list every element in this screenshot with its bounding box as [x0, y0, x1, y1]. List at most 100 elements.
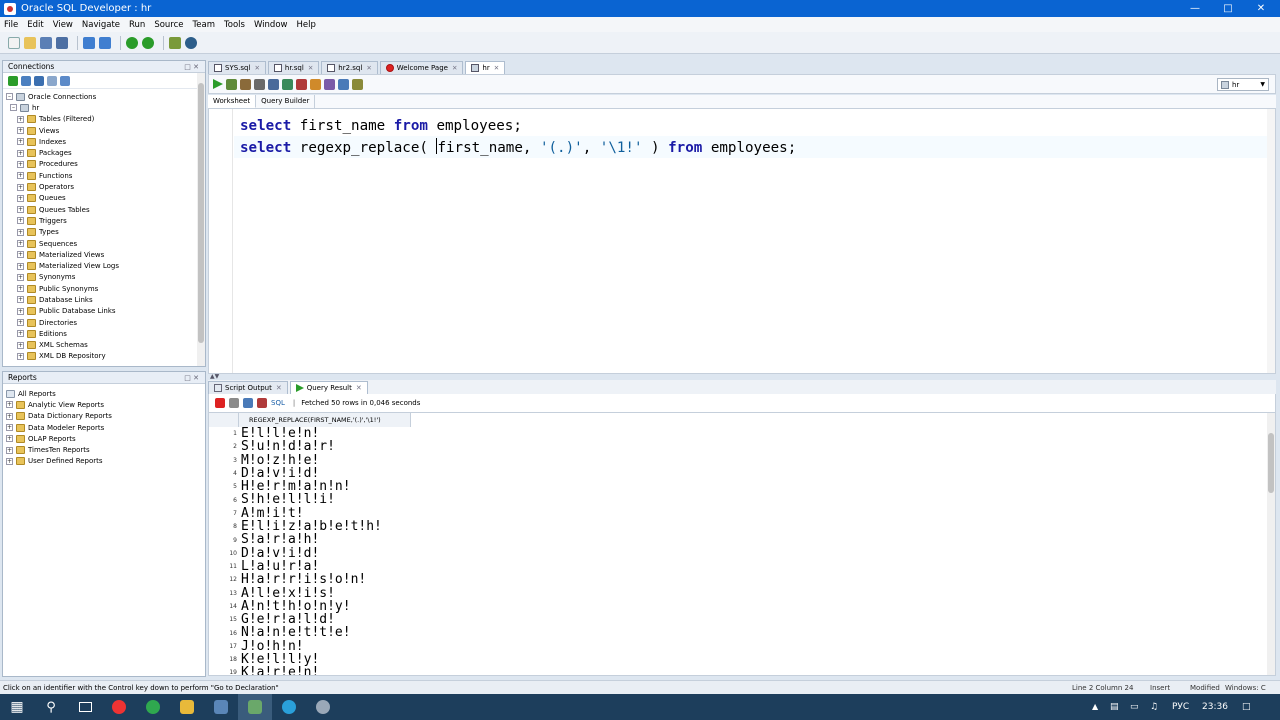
table-row[interactable]: 2 S!u!n!d!a!r!	[209, 440, 411, 453]
run-script-icon[interactable]	[226, 78, 237, 90]
expand-icon[interactable]: +	[17, 262, 24, 270]
expand-icon[interactable]: +	[17, 138, 24, 146]
expand-icon[interactable]: +	[17, 273, 24, 281]
cell-value[interactable]: H!a!r!r!i!s!o!n!	[239, 573, 411, 586]
table-row[interactable]: 11 L!a!u!r!a!	[209, 560, 411, 573]
tree-item[interactable]: + Functions	[6, 170, 205, 181]
taskbar-app[interactable]	[204, 694, 238, 720]
open-folder-icon[interactable]	[24, 36, 36, 49]
table-row[interactable]: 13 A!l!e!x!i!s!	[209, 587, 411, 600]
connection-select[interactable]: hr ▼	[1217, 78, 1269, 91]
cell-value[interactable]: J!o!h!n!	[239, 640, 411, 653]
close-tab-icon[interactable]: ✕	[366, 64, 371, 72]
save-all-icon[interactable]	[56, 36, 68, 49]
close-button[interactable]: ✕	[1246, 0, 1276, 17]
pin-icon[interactable]	[215, 398, 225, 408]
expand-icon[interactable]: +	[17, 172, 24, 180]
tab-sys-sql[interactable]: SYS.sql ✕	[208, 61, 266, 74]
table-row[interactable]: 3 M!o!z!h!e!	[209, 454, 411, 467]
table-row[interactable]: 5 H!e!r!m!a!n!n!	[209, 480, 411, 493]
tab-hr-worksheet[interactable]: hr ✕	[465, 61, 506, 74]
migration-icon[interactable]	[169, 36, 181, 49]
tab-script-output[interactable]: Script Output ✕	[208, 381, 288, 394]
expand-icon[interactable]: +	[17, 127, 24, 135]
taskbar-telegram[interactable]	[272, 694, 306, 720]
menu-run[interactable]: Run	[129, 20, 145, 30]
battery-icon[interactable]: ▭	[1130, 694, 1139, 720]
expand-icon[interactable]: +	[17, 228, 24, 236]
tree-item[interactable]: + Materialized View Logs	[6, 260, 205, 271]
cell-value[interactable]: A!m!i!t!	[239, 507, 411, 520]
menu-navigate[interactable]: Navigate	[82, 20, 120, 30]
tree-item[interactable]: + Packages	[6, 147, 205, 158]
cell-value[interactable]: S!h!e!l!l!i!	[239, 493, 411, 506]
close-tab-icon[interactable]: ✕	[276, 384, 282, 392]
menu-file[interactable]: File	[4, 20, 18, 30]
expand-icon[interactable]: +	[17, 217, 24, 225]
eraser-icon[interactable]	[310, 78, 321, 90]
expand-icon[interactable]: +	[6, 457, 13, 465]
expand-icon[interactable]: +	[17, 307, 24, 315]
tree-item[interactable]: + Indexes	[6, 136, 205, 147]
cell-value[interactable]: A!n!t!h!o!n!y!	[239, 600, 411, 613]
report-tree-item[interactable]: + OLAP Reports	[6, 433, 205, 444]
network-icon[interactable]: ▤	[1110, 694, 1119, 720]
expand-icon[interactable]: +	[17, 330, 24, 338]
taskbar-other[interactable]	[306, 694, 340, 720]
expand-icon[interactable]: +	[17, 319, 24, 327]
grid-scrollbar[interactable]	[1267, 413, 1275, 675]
expand-icon[interactable]: +	[17, 296, 24, 304]
expand-icon[interactable]: +	[17, 240, 24, 247]
tree-connection-hr[interactable]: – hr	[6, 102, 205, 113]
tree-item[interactable]: + Public Synonyms	[6, 283, 205, 294]
expand-icon[interactable]: +	[17, 149, 24, 157]
cell-value[interactable]: N!a!n!e!t!t!e!	[239, 626, 411, 639]
run-statement-icon[interactable]	[213, 79, 223, 89]
menu-view[interactable]: View	[53, 20, 73, 30]
tree-item[interactable]: + Sequences	[6, 238, 205, 249]
taskbar-chrome[interactable]	[136, 694, 170, 720]
tree-item[interactable]: + Tables (Filtered)	[6, 114, 205, 125]
start-button[interactable]: ▦	[0, 694, 34, 720]
tree-item[interactable]: + XML DB Repository	[6, 351, 205, 362]
scrollbar-thumb[interactable]	[198, 83, 204, 343]
report-tree-item[interactable]: + Data Modeler Reports	[6, 422, 205, 433]
cancel-icon[interactable]	[257, 398, 267, 408]
tree-item[interactable]: + Database Links	[6, 294, 205, 305]
sql-history-icon[interactable]	[324, 78, 335, 90]
panel-minimize-icon[interactable]: □ ✕	[184, 61, 199, 73]
tab-query-builder[interactable]: Query Builder	[256, 95, 316, 108]
collapse-icon[interactable]: –	[10, 104, 17, 112]
cell-value[interactable]: M!o!z!h!e!	[239, 454, 411, 467]
tree-item[interactable]: + Public Database Links	[6, 306, 205, 317]
table-row[interactable]: 10 D!a!v!i!d!	[209, 547, 411, 560]
report-tree-item[interactable]: + User Defined Reports	[6, 456, 205, 467]
tab-welcome-page[interactable]: Welcome Page ✕	[379, 61, 464, 74]
cell-value[interactable]: L!a!u!r!a!	[239, 560, 411, 573]
schema-browser-icon[interactable]	[47, 75, 57, 86]
taskbar-explorer[interactable]	[170, 694, 204, 720]
cell-value[interactable]: S!a!r!a!h!	[239, 533, 411, 546]
tab-query-result[interactable]: Query Result ✕	[289, 381, 368, 394]
save-icon[interactable]	[40, 36, 52, 49]
cell-value[interactable]: S!u!n!d!a!r!	[239, 440, 411, 453]
table-row[interactable]: 1 E!l!l!e!n!	[209, 427, 411, 440]
tree-item[interactable]: + Materialized Views	[6, 249, 205, 260]
expand-icon[interactable]: +	[17, 341, 24, 349]
binoculars-icon[interactable]	[185, 36, 197, 49]
editor-scrollbar[interactable]	[1267, 109, 1275, 373]
undo-icon[interactable]	[83, 36, 95, 49]
tray-chevron-up-icon[interactable]: ▲	[1092, 694, 1098, 720]
column-header-regexp-replace[interactable]: REGEXP_REPLACE(FIRST_NAME,'(.)','\1!')	[239, 413, 411, 427]
new-file-icon[interactable]	[8, 36, 20, 49]
import-connection-icon[interactable]	[60, 75, 70, 86]
maximize-button[interactable]: □	[1213, 0, 1243, 17]
add-connection-icon[interactable]	[8, 75, 18, 86]
table-row[interactable]: 17 J!o!h!n!	[209, 640, 411, 653]
menu-edit[interactable]: Edit	[27, 20, 43, 30]
expand-icon[interactable]: +	[17, 160, 24, 168]
taskbar-sql-developer[interactable]	[238, 694, 272, 720]
table-row[interactable]: 12 H!a!r!r!i!s!o!n!	[209, 573, 411, 586]
sql-code[interactable]: select first_name from employees; select …	[240, 115, 796, 159]
collapse-arrows-icon[interactable]: ▲▼	[210, 373, 219, 380]
